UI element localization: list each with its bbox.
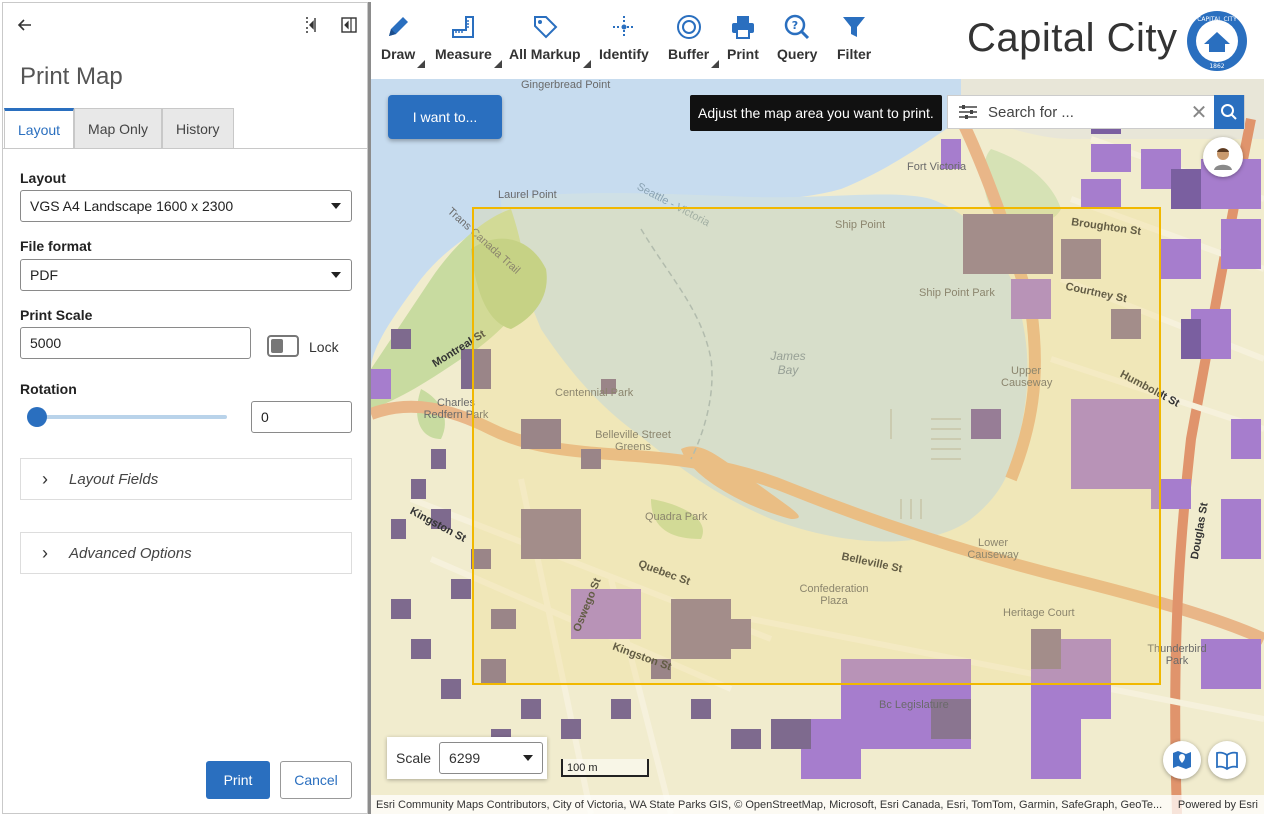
- map-pin-icon: [1173, 751, 1191, 769]
- scale-label: Scale: [396, 750, 432, 766]
- tool-draw-label: Draw: [381, 46, 416, 62]
- tool-measure[interactable]: Measure: [435, 12, 502, 68]
- cancel-button[interactable]: Cancel: [280, 761, 352, 799]
- more-options-icon: [582, 60, 591, 68]
- file-format-label: File format: [20, 238, 92, 254]
- ruler-icon: [452, 16, 475, 38]
- bookmarks-button[interactable]: [1208, 741, 1246, 779]
- print-panel: Print Map Layout Map Only History Layout…: [2, 2, 368, 814]
- map-label-gingerbread-point: Gingerbread Point: [521, 79, 611, 91]
- tool-identify-label: Identify: [599, 46, 649, 62]
- print-tabs: Layout Map Only History: [4, 108, 234, 149]
- search-icon[interactable]: [1214, 95, 1244, 129]
- chevron-right-icon: ›: [42, 468, 48, 489]
- more-options-icon: [493, 60, 502, 68]
- caret-down-icon: [331, 272, 341, 278]
- tab-divider: [3, 148, 367, 149]
- map-layers-button[interactable]: [1163, 741, 1201, 779]
- file-format-value: PDF: [30, 267, 58, 283]
- tool-buffer-label: Buffer: [668, 46, 710, 62]
- tool-filter[interactable]: Filter: [837, 12, 871, 62]
- print-button[interactable]: Print: [206, 761, 270, 799]
- caret-down-icon: [331, 203, 341, 209]
- lock-label: Lock: [309, 339, 339, 355]
- tool-query[interactable]: ? Query: [777, 12, 817, 62]
- panel-header: [3, 3, 369, 47]
- caret-down-icon: [523, 755, 534, 761]
- search-options-icon[interactable]: [948, 104, 988, 120]
- svg-text:1862: 1862: [1209, 63, 1224, 70]
- advanced-options-section[interactable]: › Advanced Options: [20, 532, 352, 574]
- lock-toggle[interactable]: [267, 335, 299, 357]
- rotation-label: Rotation: [20, 381, 77, 397]
- tool-buffer[interactable]: Buffer: [668, 12, 720, 68]
- tab-map-only[interactable]: Map Only: [74, 108, 162, 149]
- layout-fields-label: Layout Fields: [69, 470, 159, 488]
- print-scale-label: Print Scale: [20, 307, 93, 323]
- advanced-options-label: Advanced Options: [69, 544, 192, 562]
- tool-draw[interactable]: Draw: [381, 12, 426, 68]
- map-label-bc-legislature: Bc Legislature: [879, 699, 949, 711]
- toggle-knob: [271, 339, 283, 353]
- map-label-fort-victoria: Fort Victoria: [907, 161, 967, 173]
- rotation-slider-thumb[interactable]: [27, 407, 47, 427]
- file-format-select[interactable]: PDF: [20, 259, 352, 291]
- layout-select-value: VGS A4 Landscape 1600 x 2300: [30, 198, 234, 214]
- more-options-icon: [417, 60, 426, 68]
- open-book-icon: [1216, 751, 1238, 771]
- buffer-icon: [676, 15, 701, 39]
- map-label-laurel-point: Laurel Point: [498, 189, 557, 201]
- clear-search-icon[interactable]: ✕: [1184, 100, 1214, 125]
- map-view[interactable]: Laurel Point Ship Point Ship Point Park …: [371, 79, 1264, 814]
- i-want-to-button[interactable]: I want to...: [388, 95, 502, 139]
- rotation-input[interactable]: 0: [251, 401, 352, 433]
- tool-print[interactable]: Print: [727, 12, 759, 62]
- attribution-text: Esri Community Maps Contributors, City o…: [376, 798, 1163, 811]
- collapse-panel-icon[interactable]: [298, 11, 326, 39]
- query-magnifier-icon: ?: [784, 14, 810, 40]
- tool-print-label: Print: [727, 46, 759, 62]
- tool-query-label: Query: [777, 46, 818, 62]
- more-options-icon: [711, 60, 720, 68]
- toolbar: Draw Measure All Markup Identify Buffer …: [371, 2, 1264, 79]
- scale-select-value: 6299: [449, 750, 481, 766]
- user-avatar-icon[interactable]: [1203, 137, 1243, 177]
- print-scale-input[interactable]: 5000: [20, 327, 251, 359]
- print-area-frame[interactable]: [472, 207, 1161, 685]
- panel-title: Print Map: [20, 63, 123, 90]
- layout-select[interactable]: VGS A4 Landscape 1600 x 2300: [20, 190, 352, 222]
- search-input[interactable]: Search for ...: [988, 104, 1184, 121]
- rotation-slider-track[interactable]: [35, 415, 227, 419]
- svg-text:?: ?: [792, 19, 798, 32]
- chevron-right-icon: ›: [42, 542, 48, 563]
- tool-filter-label: Filter: [837, 46, 872, 62]
- dock-panel-icon[interactable]: [335, 11, 363, 39]
- tool-measure-label: Measure: [435, 46, 492, 62]
- powered-by-esri-link[interactable]: Powered by Esri: [1168, 799, 1264, 811]
- map-attribution: Esri Community Maps Contributors, City o…: [371, 795, 1264, 814]
- tool-all-markup[interactable]: All Markup: [509, 12, 591, 68]
- city-seal-logo: CAPITAL CITY 1862: [1187, 11, 1247, 71]
- svg-text:CAPITAL CITY: CAPITAL CITY: [1197, 16, 1237, 23]
- scale-control: Scale 6299: [387, 737, 547, 779]
- identify-crosshair-icon: [612, 16, 635, 38]
- tab-history[interactable]: History: [161, 108, 234, 149]
- search-box[interactable]: Search for ... ✕: [947, 95, 1245, 129]
- layout-fields-section[interactable]: › Layout Fields: [20, 458, 352, 500]
- tool-identify[interactable]: Identify: [599, 12, 649, 62]
- funnel-icon: [843, 17, 866, 37]
- tool-all-markup-label: All Markup: [509, 46, 581, 62]
- print-area-tooltip: Adjust the map area you want to print.: [690, 95, 942, 131]
- markup-tag-icon: [533, 16, 558, 39]
- back-arrow-icon[interactable]: [11, 11, 39, 39]
- scale-bar: 100 m: [561, 759, 649, 777]
- layout-label: Layout: [20, 170, 66, 186]
- app-title: Capital City: [967, 16, 1178, 60]
- printer-icon: [731, 16, 754, 39]
- pencil-icon: [389, 17, 409, 36]
- scale-select[interactable]: 6299: [439, 742, 544, 774]
- tab-layout[interactable]: Layout: [4, 108, 75, 149]
